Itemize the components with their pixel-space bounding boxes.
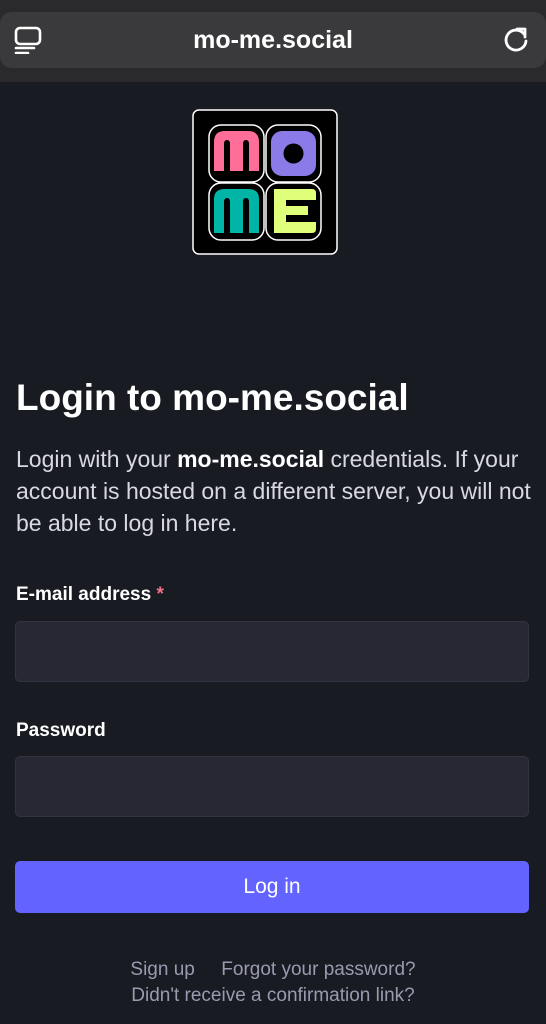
email-field[interactable]: [15, 621, 529, 682]
confirmation-links-row: Didn't receive a confirmation link?: [0, 985, 546, 1007]
address-bar[interactable]: mo-me.social: [0, 12, 546, 68]
login-button[interactable]: Log in: [15, 861, 529, 913]
forgot-password-link[interactable]: Forgot your password?: [221, 959, 415, 980]
browser-toolbar: mo-me.social: [0, 0, 546, 82]
required-mark: *: [156, 584, 164, 605]
email-label-text: E-mail address: [16, 584, 152, 605]
auth-links-row: Sign up Forgot your password?: [0, 959, 546, 981]
email-label: E-mail address *: [16, 584, 164, 606]
site-logo: [192, 109, 338, 255]
password-field[interactable]: [15, 756, 529, 817]
url-text[interactable]: mo-me.social: [0, 12, 546, 68]
confirmation-link[interactable]: Didn't receive a confirmation link?: [131, 985, 414, 1006]
intro-server-name: mo-me.social: [177, 446, 325, 472]
intro-prefix: Login with your: [16, 446, 178, 472]
sign-up-link[interactable]: Sign up: [130, 959, 194, 980]
intro-text: Login with your mo-me.social credentials…: [16, 443, 536, 539]
reload-icon[interactable]: [502, 26, 530, 54]
password-label: Password: [16, 720, 106, 741]
page-title: Login to mo-me.social: [16, 377, 409, 418]
